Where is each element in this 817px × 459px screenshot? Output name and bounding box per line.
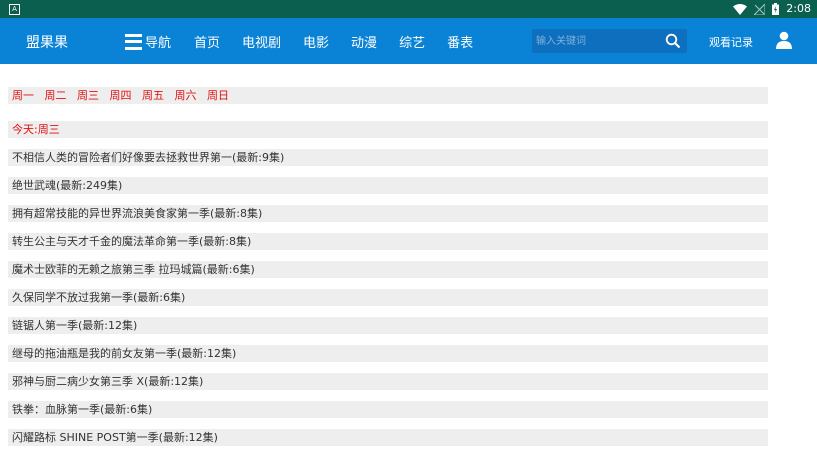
list-item[interactable]: 邪神与厨二病少女第三季 X(最新:12集): [8, 373, 768, 390]
battery-icon: [772, 3, 780, 15]
list-item[interactable]: 魔术士欧菲的无赖之旅第三季 拉玛城篇(最新:6集): [8, 261, 768, 278]
today-label: 今天:周三: [8, 121, 768, 138]
list-item[interactable]: 绝世武魂(最新:249集): [8, 177, 768, 194]
brand-logo[interactable]: 盟果果: [26, 32, 68, 52]
list-item[interactable]: 继母的拖油瓶是我的前女友第一季(最新:12集): [8, 345, 768, 362]
nav-links: 首页 电视剧 电影 动漫 综艺 番表: [194, 32, 495, 51]
list-item[interactable]: 拥有超常技能的异世界流浪美食家第一季(最新:8集): [8, 205, 768, 222]
nav-link-home[interactable]: 首页: [194, 32, 220, 51]
schedule-content: 周一 周二 周三 周四 周五 周六 周日 今天:周三 不相信人类的冒险者们好像要…: [8, 87, 768, 446]
user-icon[interactable]: [775, 31, 793, 49]
search-box: [532, 29, 687, 53]
app-indicator-icon: A: [9, 4, 20, 15]
status-bar: A 2:08: [0, 0, 817, 18]
top-nav-bar: 盟果果 导航 首页 电视剧 电影 动漫 综艺 番表 观看记录: [0, 18, 817, 64]
nav-link-tv[interactable]: 电视剧: [242, 32, 281, 51]
weekday-tab-mon[interactable]: 周一: [12, 89, 34, 102]
watch-history-link[interactable]: 观看记录: [709, 34, 753, 50]
search-icon[interactable]: [665, 33, 681, 49]
nav-link-schedule[interactable]: 番表: [447, 32, 473, 51]
weekday-tab-thu[interactable]: 周四: [110, 89, 132, 102]
nav-link-movie[interactable]: 电影: [303, 32, 329, 51]
nav-menu-button[interactable]: 导航: [125, 32, 171, 51]
clock: 2:08: [786, 2, 811, 15]
hamburger-icon: [125, 33, 142, 50]
list-item[interactable]: 闪耀路标 SHINE POST第一季(最新:12集): [8, 429, 768, 446]
list-item[interactable]: 铁拳：血脉第一季(最新:6集): [8, 401, 768, 418]
nav-menu-label: 导航: [145, 36, 172, 51]
list-item[interactable]: 久保同学不放过我第一季(最新:6集): [8, 289, 768, 306]
list-item[interactable]: 转生公主与天才千金的魔法革命第一季(最新:8集): [8, 233, 768, 250]
search-input[interactable]: [536, 31, 656, 51]
wifi-icon: [733, 3, 748, 15]
nav-link-anime[interactable]: 动漫: [351, 32, 377, 51]
weekday-tab-wed[interactable]: 周三: [77, 89, 99, 102]
weekday-tabs: 周一 周二 周三 周四 周五 周六 周日: [8, 87, 768, 104]
nav-link-variety[interactable]: 综艺: [399, 32, 425, 51]
no-signal-icon: [754, 3, 766, 15]
list-item[interactable]: 不相信人类的冒险者们好像要去拯救世界第一(最新:9集): [8, 149, 768, 166]
weekday-tab-sun[interactable]: 周日: [207, 89, 229, 102]
weekday-tab-fri[interactable]: 周五: [142, 89, 164, 102]
list-item[interactable]: 链锯人第一季(最新:12集): [8, 317, 768, 334]
weekday-tab-sat[interactable]: 周六: [175, 89, 197, 102]
weekday-tab-tue[interactable]: 周二: [45, 89, 67, 102]
